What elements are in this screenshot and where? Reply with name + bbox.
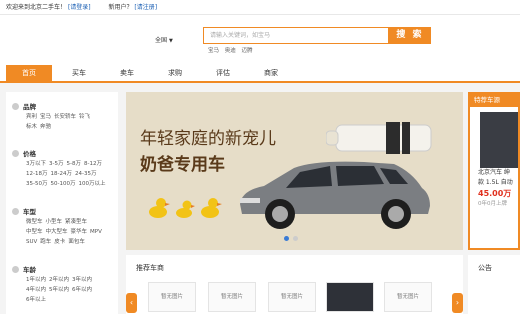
category-type: 车型 微型车 小型车 紧凑型车 中型车 中大型车 豪华车 MPV SUV 跑车 皮卡 面包车 xyxy=(12,207,105,247)
category-brand: 品牌 宾利 宝马 长安轿车 铃飞 标木 奔驰 xyxy=(12,102,93,132)
banner-subheadline: 奶爸专用车 xyxy=(140,155,225,175)
search-button[interactable]: 搜 索 xyxy=(389,27,431,44)
carousel-dot[interactable] xyxy=(293,236,298,241)
category-link[interactable]: 面包车 xyxy=(68,239,85,245)
nav-item-buy[interactable]: 买车 xyxy=(56,65,102,81)
featured-title: 特荐车源 xyxy=(470,94,518,107)
nav-item-dealers[interactable]: 商家 xyxy=(248,65,294,81)
recommended-title: 推荐车商 xyxy=(136,264,164,272)
category-link[interactable]: 12-18万 xyxy=(26,171,47,177)
dealer-thumbnail[interactable]: 暂无图片 xyxy=(148,282,196,312)
hot-word[interactable]: 迈腾 xyxy=(242,48,253,54)
category-link[interactable]: 5-8万 xyxy=(66,161,80,167)
category-link[interactable]: 皮卡 xyxy=(54,239,65,245)
category-link[interactable]: 标木 xyxy=(26,124,37,130)
notice-panel: 公告 xyxy=(468,255,520,314)
recommended-dealers: 推荐车商 ‹ 暂无图片 暂无图片 暂无图片 暂无图片 › xyxy=(126,255,463,314)
notice-title: 公告 xyxy=(478,264,492,272)
carousel-dot[interactable] xyxy=(284,236,289,241)
category-link[interactable]: 铃飞 xyxy=(79,114,90,120)
baby-bottle-image xyxy=(326,122,432,154)
city-label: 全国 xyxy=(155,37,168,44)
car-image xyxy=(240,161,430,229)
category-link[interactable]: 3-5万 xyxy=(49,161,63,167)
nav-item-wanted[interactable]: 求购 xyxy=(152,65,198,81)
category-link[interactable]: 2年以内 xyxy=(49,277,69,283)
dealer-thumbnail[interactable]: 暂无图片 xyxy=(208,282,256,312)
register-link[interactable]: [请注册] xyxy=(134,4,157,11)
category-title: 车龄 xyxy=(23,266,36,274)
category-link[interactable]: 24-35万 xyxy=(75,171,96,177)
category-link[interactable]: 6年以上 xyxy=(26,297,46,303)
hot-words: 宝马 奥迪 迈腾 xyxy=(208,46,257,54)
category-title: 车型 xyxy=(23,208,36,216)
car-age-icon xyxy=(12,266,19,273)
login-link[interactable]: [请登录] xyxy=(68,4,91,11)
category-price: 价格 3万以下 3-5万 5-8万 8-12万 12-18万 18-24万 24-35万 … xyxy=(12,149,108,189)
category-link[interactable]: 中大型车 xyxy=(46,229,68,235)
prev-arrow-icon[interactable]: ‹ xyxy=(126,293,137,313)
category-link[interactable]: 6年以内 xyxy=(72,287,92,293)
category-link[interactable]: 奔驰 xyxy=(40,124,51,130)
featured-cars-panel: 特荐车源 北京汽车 绅 款 1.5L 自动 45.00万 0年0月上牌 xyxy=(468,92,520,250)
category-age: 车龄 1年以内 2年以内 3年以内 4年以内 5年以内 6年以内 6年以上 xyxy=(12,265,95,305)
category-title: 品牌 xyxy=(23,103,36,111)
category-link[interactable]: SUV xyxy=(26,239,37,245)
header: 全国 ▼ 请输入关键词，如宝马 搜 索 宝马 奥迪 迈腾 xyxy=(0,15,520,65)
new-user-text: 新用户？ xyxy=(108,4,133,11)
top-bar: 欢迎来到北京二手车！ [请登录] 新用户？ [请注册] xyxy=(0,0,520,15)
category-link[interactable]: 50-100万 xyxy=(50,181,75,187)
category-link[interactable]: 紧凑型车 xyxy=(65,219,87,225)
price-icon xyxy=(12,150,19,157)
chevron-down-icon: ▼ xyxy=(169,38,173,44)
featured-car-reg-date: 0年0月上牌 xyxy=(478,201,507,207)
category-link[interactable]: 长安轿车 xyxy=(54,114,76,120)
category-link[interactable]: 3万以下 xyxy=(26,161,46,167)
car-type-icon xyxy=(12,208,19,215)
nav-item-sell[interactable]: 卖车 xyxy=(104,65,150,81)
hot-word[interactable]: 宝马 xyxy=(208,48,219,54)
main-nav: 首页 买车 卖车 求购 评估 商家 xyxy=(0,65,520,83)
category-link[interactable]: 4年以内 xyxy=(26,287,46,293)
category-link[interactable]: 100万以上 xyxy=(78,181,105,187)
category-link[interactable]: 宾利 xyxy=(26,114,37,120)
category-link[interactable]: 18-24万 xyxy=(50,171,71,177)
next-arrow-icon[interactable]: › xyxy=(452,293,463,313)
category-link[interactable]: 宝马 xyxy=(40,114,51,120)
promo-banner[interactable]: 年轻家庭的新宠儿 奶爸专用车 xyxy=(126,92,463,250)
welcome-text: 欢迎来到北京二手车！ xyxy=(6,4,67,11)
dealer-thumbnail[interactable] xyxy=(326,282,374,312)
ducks-image xyxy=(149,198,222,218)
category-link[interactable]: 1年以内 xyxy=(26,277,46,283)
featured-car-image[interactable] xyxy=(480,112,518,168)
brand-icon xyxy=(12,103,19,110)
dealer-thumbnail[interactable]: 暂无图片 xyxy=(384,282,432,312)
featured-car-detail: 款 1.5L 自动 xyxy=(478,179,513,186)
nav-item-home[interactable]: 首页 xyxy=(6,65,52,81)
category-link[interactable]: 5年以内 xyxy=(49,287,69,293)
category-link[interactable]: 微型车 xyxy=(26,219,43,225)
nav-item-appraise[interactable]: 评估 xyxy=(200,65,246,81)
featured-car-price: 45.00万 xyxy=(478,189,512,198)
carousel-dots xyxy=(284,226,302,245)
category-sidebar: 品牌 宾利 宝马 长安轿车 铃飞 标木 奔驰 价格 3万以下 3-5万 5-8万 8-12万 … xyxy=(6,92,118,314)
category-link[interactable]: 3年以内 xyxy=(72,277,92,283)
category-link[interactable]: 35-50万 xyxy=(26,181,47,187)
category-link[interactable]: 跑车 xyxy=(40,239,51,245)
city-selector[interactable]: 全国 ▼ xyxy=(155,35,173,44)
category-link[interactable]: 中型车 xyxy=(26,229,43,235)
category-link[interactable]: 小型车 xyxy=(46,219,63,225)
featured-car-name[interactable]: 北京汽车 绅 xyxy=(470,168,518,178)
category-link[interactable]: MPV xyxy=(90,229,102,235)
banner-headline: 年轻家庭的新宠儿 xyxy=(140,129,276,149)
category-link[interactable]: 8-12万 xyxy=(84,161,102,167)
category-link[interactable]: 豪华车 xyxy=(71,229,88,235)
dealer-thumbnail[interactable]: 暂无图片 xyxy=(268,282,316,312)
category-title: 价格 xyxy=(23,150,36,158)
search-input[interactable]: 请输入关键词，如宝马 xyxy=(203,27,389,44)
hot-word[interactable]: 奥迪 xyxy=(225,48,236,54)
